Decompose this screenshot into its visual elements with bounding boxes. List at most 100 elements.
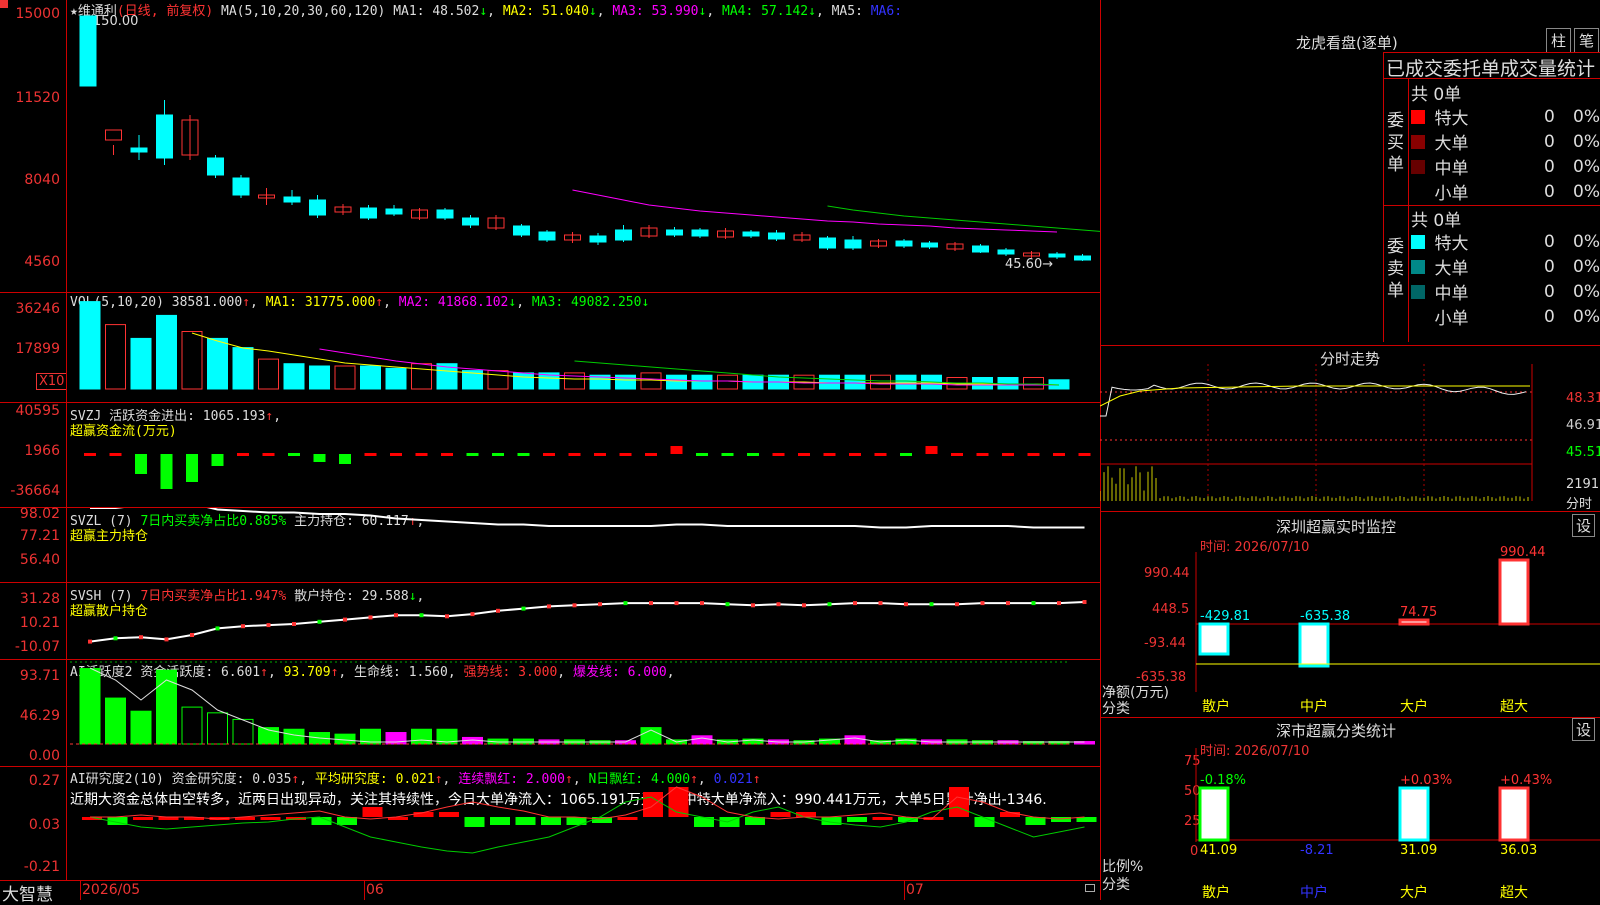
flow-bar (390, 453, 402, 456)
candle-body (768, 232, 785, 240)
volume-bar (79, 301, 101, 390)
classify-cat-1: 中户 (1300, 885, 1328, 901)
lock-icon[interactable] (1085, 884, 1095, 892)
candle-body (130, 147, 148, 153)
sell-row: 大单 0 0% (1411, 254, 1600, 279)
kline-pane[interactable]: ★维通利(日线, 前复权) MA(5,10,20,30,60,120) MA1:… (0, 0, 1100, 293)
svzl-pane[interactable]: SVZL (7) 7日内买卖净占比0.885% 主力持仓: 60.117↑, 超… (0, 506, 1100, 583)
volume-bar (870, 374, 891, 390)
retail-marker (802, 603, 806, 608)
retail-marker (445, 614, 449, 619)
volume-bar (360, 365, 381, 390)
flow-bar (1078, 453, 1091, 456)
flow-bar (951, 453, 963, 456)
flow-bar (84, 453, 96, 456)
lhb-bar-button[interactable]: 柱 (1546, 28, 1572, 53)
retail-marker (215, 626, 220, 631)
candle-body (819, 237, 836, 249)
activity-bar (844, 735, 866, 745)
monitor-bar (1298, 622, 1330, 668)
flow-bar (976, 453, 989, 456)
candle-body (283, 196, 301, 203)
volume-bar (717, 374, 738, 390)
retail-marker (955, 602, 959, 607)
activity-bar (691, 735, 713, 745)
ai-research-chart[interactable] (0, 767, 1100, 880)
research-bar (1051, 817, 1071, 822)
research-bar (541, 817, 561, 825)
retail-marker (266, 623, 271, 628)
intraday-panel[interactable]: 分时走势 48.31 46.91 45.51 2191 分时 (1100, 346, 1600, 512)
volume-bar (130, 337, 152, 390)
retail-marker (419, 613, 424, 618)
monitor-bar-label: -635.38 (1300, 609, 1350, 624)
ai-active-chart[interactable] (0, 660, 1100, 766)
svzj-chart[interactable] (0, 403, 1100, 507)
buy-l-swatch (1411, 134, 1425, 149)
flow-bar (1053, 453, 1065, 456)
sell-side-label: 委卖单 (1387, 237, 1404, 301)
svsh-pane[interactable]: SVSH (7) 7日内买卖净占比1.947% 散户持仓: 29.588↓, 超… (0, 583, 1100, 660)
monitor-cat-0: 散户 (1202, 699, 1230, 715)
flow-bar (135, 454, 147, 474)
retail-marker (1006, 601, 1010, 606)
flow-bar (645, 453, 657, 456)
sell-row-value: 0 (1543, 306, 1555, 327)
kline-chart[interactable] (0, 0, 1100, 292)
flow-bar (900, 453, 912, 456)
volume-bar (411, 363, 432, 390)
sell-row: 中单 0 0% (1411, 279, 1600, 304)
retail-marker (827, 602, 832, 607)
month-label-1: 2026/05 (82, 882, 141, 898)
candle-body (615, 229, 632, 241)
svzj-pane[interactable]: SVZJ 活跃资金进出: 1065.193↑, 超赢资金流(万元) 40595 … (0, 403, 1100, 508)
volume-bar (895, 374, 917, 390)
intraday-chart[interactable] (1100, 346, 1600, 511)
ai-active-pane[interactable]: AI活跃度2 资金活跃度: 6.601↑, 93.709↑, 生命线: 1.56… (0, 660, 1100, 767)
retail-marker (470, 612, 475, 617)
research-bar (260, 817, 281, 820)
candle-body (105, 129, 122, 141)
buy-row: 中单 0 0% (1411, 154, 1600, 179)
activity-bar (156, 669, 177, 745)
flow-bar (517, 453, 530, 456)
sell-total: 共 0单 (1411, 211, 1462, 231)
ai-research-pane[interactable]: AI研究度2(10) 资金研究度: 0.035↑, 平均研究度: 0.021↑,… (0, 767, 1100, 881)
buy-row-name: 大单 (1434, 134, 1469, 154)
sell-row-value: 0 (1543, 231, 1555, 252)
x-axis: 大智慧 2026/05 06 07 (0, 880, 1100, 905)
retail-marker (113, 636, 118, 641)
svsh-chart[interactable] (0, 583, 1100, 659)
sell-row-pct: 0% (1573, 231, 1600, 252)
volume-chart[interactable] (0, 293, 1100, 402)
research-bar (796, 812, 816, 817)
flow-bar (288, 453, 300, 456)
svzl-chart[interactable] (0, 508, 1100, 582)
buy-row-name: 特大 (1434, 109, 1469, 129)
retail-marker (929, 602, 934, 607)
flow-bar (441, 453, 453, 456)
buy-row-value: 0 (1543, 131, 1555, 152)
monitor-cat-3: 超大 (1500, 699, 1528, 715)
volume-bar (105, 324, 126, 390)
buy-row: 特大 0 0% (1411, 104, 1600, 129)
retail-marker (776, 602, 781, 607)
buy-row: 小单 0 0% (1411, 179, 1600, 205)
volume-bar (283, 363, 305, 390)
sell-row-name: 小单 (1434, 309, 1469, 329)
candle-body (538, 231, 556, 241)
volume-pane[interactable]: VOL(5,10,20) 38581.000↑, MA1: 31775.000↑… (0, 293, 1100, 403)
sell-xl-swatch (1411, 234, 1425, 249)
classify-panel: 深市超赢分类统计 设 时间: 2026/07/10 75 50 25 0 比例%… (1100, 718, 1600, 901)
activity-bar (105, 697, 126, 745)
flow-bar (543, 453, 555, 456)
buy-row-pct: 0% (1573, 106, 1600, 127)
lhb-tick-button[interactable]: 笔 (1574, 28, 1600, 53)
activity-bar (79, 668, 101, 745)
flow-bar (747, 453, 759, 456)
flow-bar (619, 453, 632, 456)
retail-marker (88, 639, 92, 644)
flow-bar (568, 453, 581, 456)
candle-body (1048, 253, 1066, 258)
research-bar (872, 817, 893, 820)
